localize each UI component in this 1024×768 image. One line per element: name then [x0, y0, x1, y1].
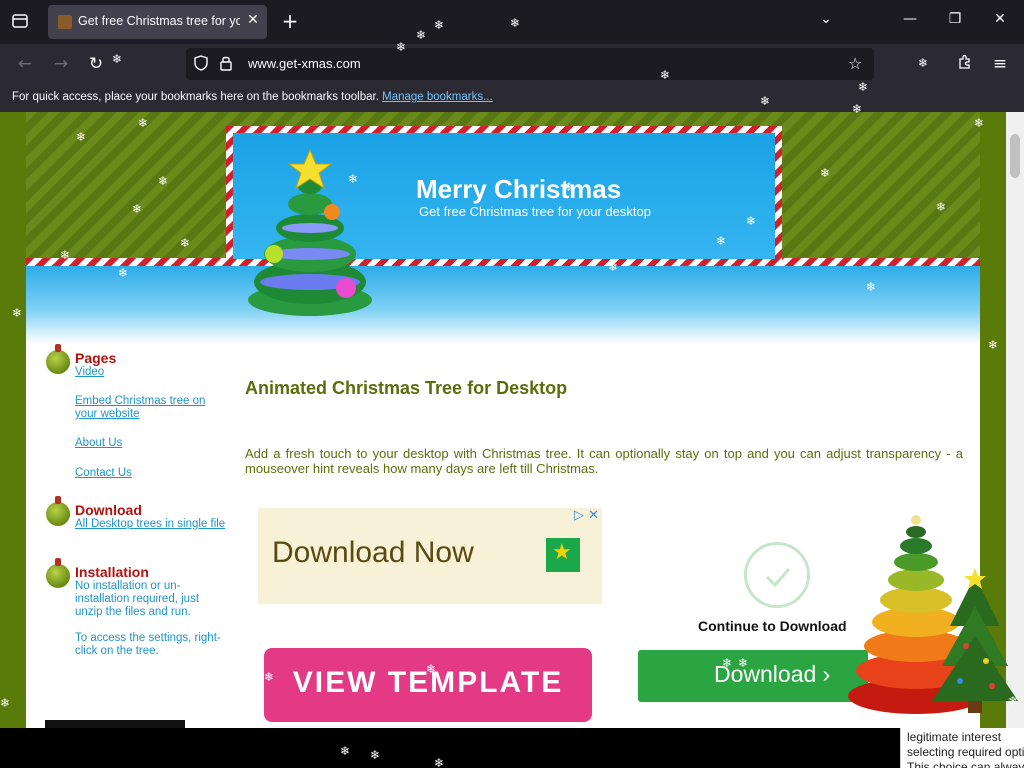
intro-paragraph: Add a fresh touch to your desktop with C… [245, 446, 963, 476]
sidebar-heading-download: Download [75, 502, 142, 518]
settings-text: To access the settings, right-click on t… [75, 632, 221, 657]
page-subtitle: Get free Christmas tree for your desktop [419, 204, 651, 219]
sidebar-section-installation: Installation No installation or un-insta… [46, 558, 226, 658]
candy-cane-border-right [776, 258, 980, 266]
star-icon[interactable]: ☆ [848, 54, 866, 74]
tree-favicon-icon [58, 15, 72, 29]
sidebar: Pages Video Embed Christmas tree on your… [46, 344, 226, 658]
sidebar-link-contact[interactable]: Contact Us [75, 467, 226, 480]
reload-icon[interactable]: ↻ [85, 54, 107, 76]
chevron-down-icon[interactable]: ⌄ [816, 11, 836, 33]
url-text[interactable]: www.get-xmas.com [248, 56, 361, 71]
view-template-button[interactable]: VIEW TEMPLATE [264, 648, 592, 722]
sidebar-link-video[interactable]: Video [75, 366, 226, 379]
shield-icon[interactable] [194, 55, 210, 73]
navigation-toolbar: ← → ↻ www.get-xmas.com ☆ ≡ [0, 44, 1024, 84]
bookmarks-toolbar: For quick access, place your bookmarks h… [0, 84, 1024, 112]
ad-download-now[interactable]: Download Now ▷ ✕ [258, 508, 602, 604]
ad-download-now-text: Download Now [272, 536, 474, 569]
scrollbar-thumb[interactable] [1010, 134, 1020, 178]
minimize-icon[interactable]: — [900, 11, 920, 33]
christmas-tree-logo-icon [248, 148, 372, 316]
forward-arrow-icon[interactable]: → [50, 54, 72, 76]
ornament-icon [46, 558, 70, 588]
ornament-icon [46, 344, 70, 374]
dark-block [45, 720, 185, 728]
consent-line: legitimate interest [907, 730, 1002, 744]
maximize-icon[interactable]: ❐ [945, 11, 965, 33]
installation-text: No installation or un-installation requi… [75, 580, 200, 618]
tab-active[interactable]: Get free Christmas tree for your desktop… [48, 5, 267, 39]
consent-line: This choice can always [907, 760, 1024, 768]
sidebar-link-about[interactable]: About Us [75, 437, 226, 450]
sidebar-section-pages: Pages Video Embed Christmas tree on your… [46, 344, 226, 500]
close-icon[interactable]: ✕ [244, 12, 262, 32]
ad-download-button[interactable]: Download › [638, 650, 868, 702]
lock-icon[interactable] [220, 55, 234, 73]
adchoices-icon[interactable]: ▷ ✕ [574, 508, 599, 523]
sidebar-section-download: Download All Desktop trees in single fil… [46, 496, 226, 562]
bookmarks-toolbar-message: For quick access, place your bookmarks h… [12, 91, 379, 103]
magic-wand-icon [546, 538, 580, 572]
manage-bookmarks-link[interactable]: Manage bookmarks... [382, 91, 493, 103]
ornament-icon [46, 496, 70, 526]
sidebar-link-embed[interactable]: Embed Christmas tree on your website [75, 395, 226, 421]
consent-line: selecting required opti [907, 745, 1024, 759]
list-all-tabs-icon[interactable] [10, 13, 30, 31]
bottom-dark-bar [0, 728, 741, 768]
puzzle-icon[interactable] [954, 54, 976, 76]
small-christmas-tree-icon[interactable] [930, 566, 1020, 716]
page-title: Merry Christmas [416, 174, 622, 204]
check-circle-icon [744, 542, 810, 608]
consent-panel: legitimate interest selecting required o… [900, 728, 1024, 768]
sidebar-link-all-trees[interactable]: All Desktop trees in single file [75, 518, 226, 531]
address-bar[interactable]: www.get-xmas.com ☆ [186, 48, 874, 80]
sidebar-heading-installation: Installation [75, 564, 149, 580]
continue-to-download-text: Continue to Download [698, 618, 847, 634]
hamburger-menu-icon[interactable]: ≡ [989, 54, 1011, 76]
content-heading: Animated Christmas Tree for Desktop [245, 378, 568, 398]
url-host: www.get-xmas.com [248, 56, 361, 71]
candy-cane-border-left [26, 258, 232, 266]
tab-bar: Get free Christmas tree for your desktop… [0, 0, 1024, 44]
sky-gradient [26, 258, 980, 344]
plus-icon[interactable]: + [280, 10, 300, 34]
close-window-icon[interactable]: ✕ [990, 11, 1010, 33]
back-arrow-icon[interactable]: ← [14, 54, 36, 76]
sidebar-heading-pages: Pages [75, 350, 117, 366]
tab-title: Get free Christmas tree for your desktop [78, 14, 240, 28]
